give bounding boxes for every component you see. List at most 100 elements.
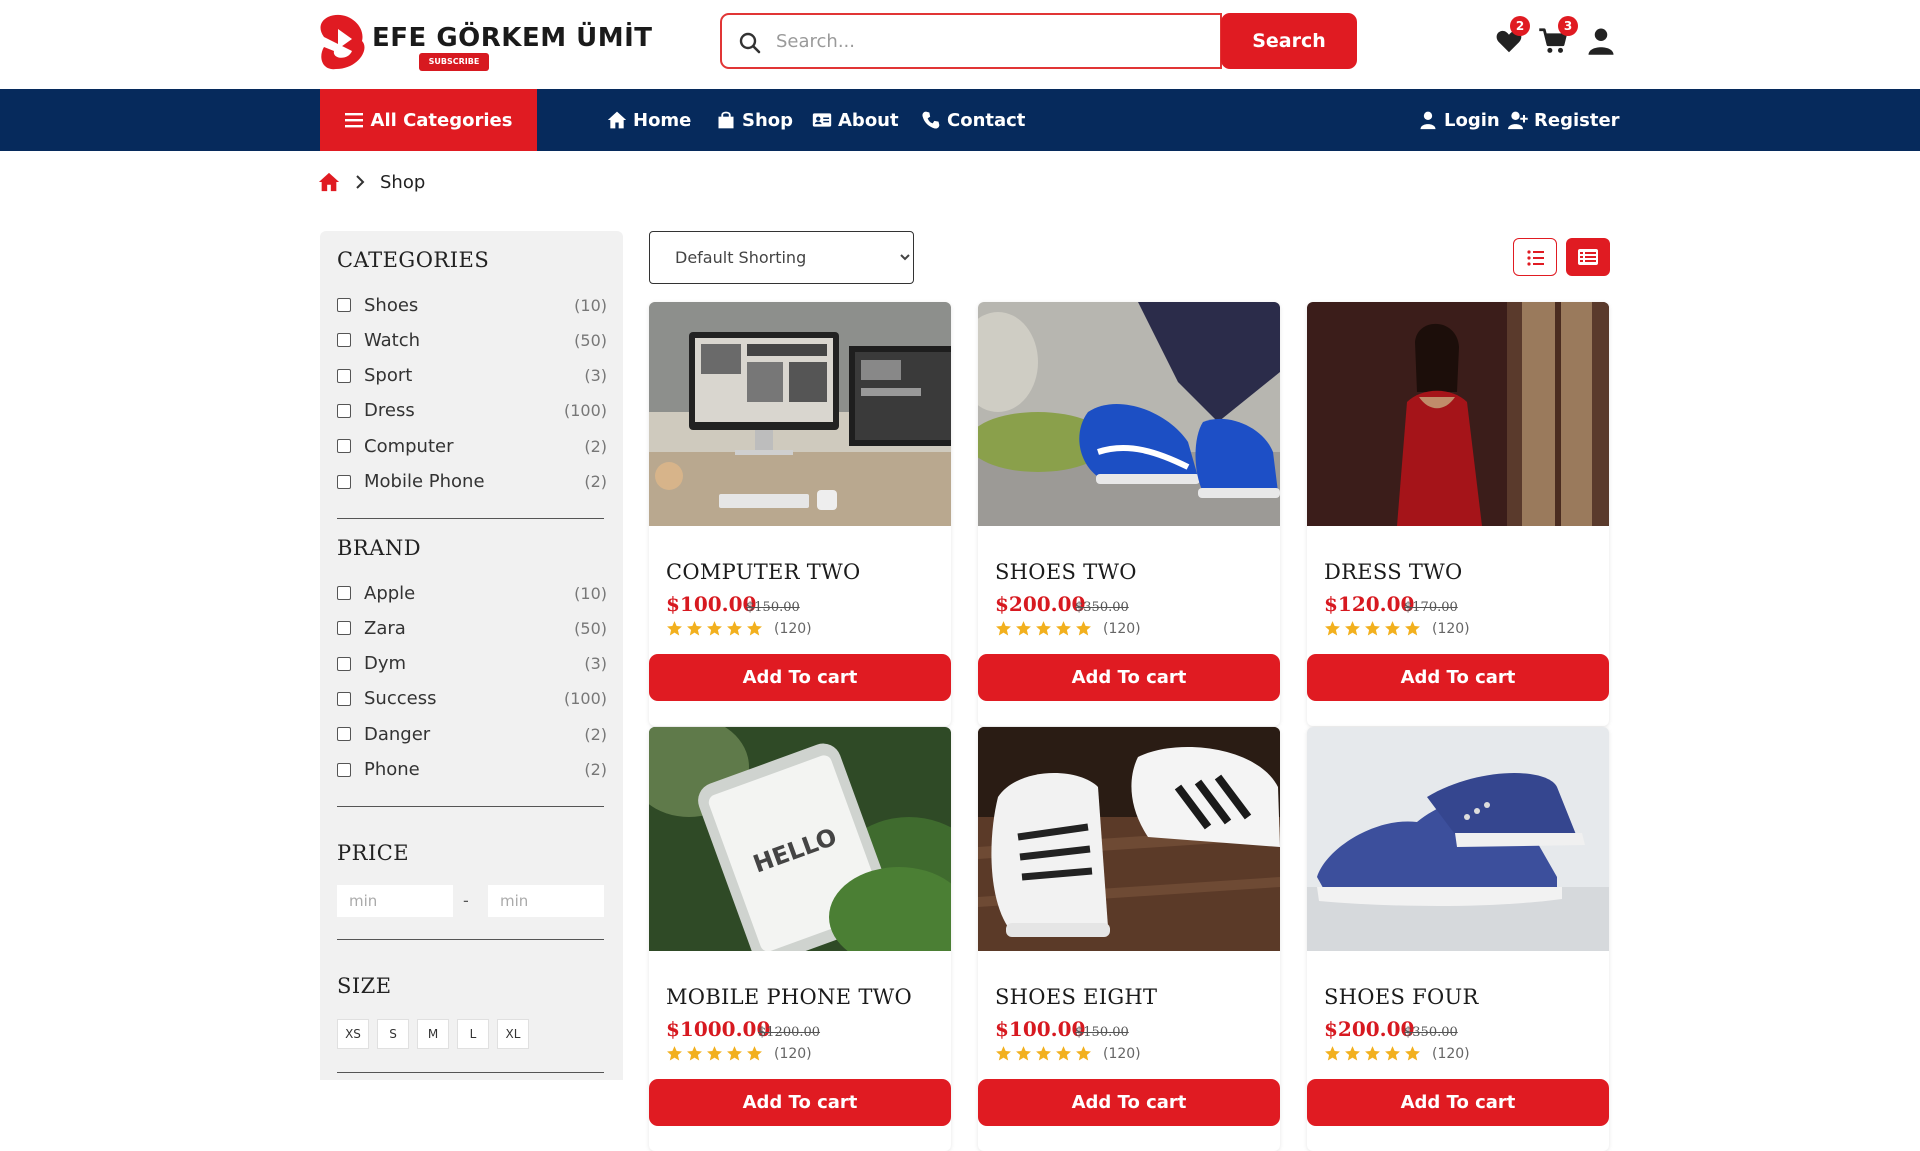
nav-about[interactable]: About xyxy=(812,89,899,151)
nav-contact[interactable]: Contact xyxy=(921,89,1025,151)
checkbox[interactable] xyxy=(337,474,351,489)
filter-option-label: Watch xyxy=(364,329,421,351)
home-icon[interactable] xyxy=(318,171,340,193)
size-chip[interactable]: XS xyxy=(337,1019,369,1049)
list-view-button[interactable] xyxy=(1513,238,1557,276)
product-name[interactable]: COMPUTER TWO xyxy=(666,560,860,584)
product-name[interactable]: MOBILE PHONE TWO xyxy=(666,985,912,1009)
filter-option-count: (2) xyxy=(584,760,607,779)
product-card[interactable]: COMPUTER TWO $100.00 $150.00 (120) Add To ca… xyxy=(649,302,951,726)
user-plus-icon xyxy=(1508,111,1528,130)
home-icon xyxy=(607,111,627,129)
divider xyxy=(337,939,604,940)
add-to-cart-button[interactable]: Add To cart xyxy=(1307,654,1609,701)
product-image[interactable] xyxy=(1307,727,1609,951)
add-to-cart-button[interactable]: Add To cart xyxy=(649,654,951,701)
checkbox[interactable] xyxy=(337,333,351,348)
list-icon xyxy=(1527,250,1544,266)
size-chip[interactable]: M xyxy=(417,1019,449,1049)
product-price: $1000.00 xyxy=(666,1017,771,1041)
filter-option-label: Apple xyxy=(364,582,416,604)
filter-option[interactable]: Zara (50) xyxy=(337,613,607,643)
star-icon xyxy=(687,621,702,636)
product-name[interactable]: SHOES EIGHT xyxy=(995,985,1157,1009)
size-chip[interactable]: XL xyxy=(497,1019,529,1049)
star-icon xyxy=(1405,621,1420,636)
star-icon xyxy=(707,621,722,636)
size-chip[interactable]: S xyxy=(377,1019,409,1049)
size-chip[interactable]: L xyxy=(457,1019,489,1049)
product-rating: (120) xyxy=(995,1045,1141,1062)
filter-option[interactable]: Dym (3) xyxy=(337,649,607,679)
filter-option[interactable]: Success (100) xyxy=(337,684,607,714)
filter-option-count: (100) xyxy=(563,689,607,709)
filter-option-count: (3) xyxy=(584,654,607,674)
product-image[interactable] xyxy=(649,302,951,526)
checkbox[interactable] xyxy=(337,762,351,777)
add-to-cart-button[interactable]: Add To cart xyxy=(978,1079,1280,1126)
checkbox[interactable] xyxy=(337,691,351,706)
site-header: EFE GÖRKEM ÜMİT SUBSCRIBE Search 2 xyxy=(0,0,1920,89)
product-rating: (120) xyxy=(666,620,812,637)
product-image[interactable] xyxy=(978,727,1280,951)
brand-title: BRAND xyxy=(337,536,422,560)
product-card[interactable]: SHOES EIGHT $100.00 $150.00 (120) Add To car… xyxy=(978,727,1280,1151)
grid-view-button[interactable] xyxy=(1566,238,1610,276)
all-categories-button[interactable]: All Categories xyxy=(320,89,537,151)
filter-option[interactable]: Apple (10) xyxy=(337,578,607,608)
product-card[interactable]: SHOES TWO $200.00 $350.00 (120) Add To cart xyxy=(978,302,1280,726)
filter-option-count: (10) xyxy=(574,583,607,603)
filter-option[interactable]: Phone (2) xyxy=(337,755,607,785)
product-image[interactable] xyxy=(978,302,1280,526)
filter-option[interactable]: Computer (2) xyxy=(337,431,607,461)
filter-option[interactable]: Watch (50) xyxy=(337,325,607,355)
product-image[interactable]: HELLO xyxy=(649,727,951,967)
filter-option[interactable]: Dress (100) xyxy=(337,396,607,426)
price-max-input[interactable] xyxy=(488,885,604,917)
cart-button[interactable]: 3 xyxy=(1534,16,1578,62)
checkbox[interactable] xyxy=(337,586,351,600)
product-image[interactable] xyxy=(1307,302,1609,526)
price-min-input[interactable] xyxy=(337,885,453,917)
product-card[interactable]: DRESS TWO $120.00 $170.00 (120) Add To cart xyxy=(1307,302,1609,726)
product-name[interactable]: SHOES FOUR xyxy=(1324,985,1479,1009)
product-name[interactable]: DRESS TWO xyxy=(1324,560,1463,584)
search-input[interactable] xyxy=(776,17,1216,65)
checkbox[interactable] xyxy=(337,368,351,383)
wishlist-button[interactable]: 2 xyxy=(1490,16,1530,62)
search-button[interactable]: Search xyxy=(1221,13,1357,69)
checkbox[interactable] xyxy=(337,656,351,671)
main-navbar: All Categories Home Shop About Contact L… xyxy=(0,89,1920,151)
nav-home[interactable]: Home xyxy=(607,89,691,151)
checkbox[interactable] xyxy=(337,727,351,742)
site-logo[interactable]: EFE GÖRKEM ÜMİT SUBSCRIBE xyxy=(318,11,652,73)
nav-login-label: Login xyxy=(1444,109,1500,131)
nav-login[interactable]: Login xyxy=(1418,89,1500,151)
checkbox[interactable] xyxy=(337,439,351,454)
product-card[interactable]: SHOES FOUR $200.00 $350.00 (120) Add To cart xyxy=(1307,727,1609,1151)
product-rating: (120) xyxy=(995,620,1141,637)
checkbox[interactable] xyxy=(337,621,351,636)
user-icon[interactable] xyxy=(1586,26,1616,56)
star-icon xyxy=(1056,621,1071,636)
checkbox[interactable] xyxy=(337,298,351,312)
filter-option[interactable]: Mobile Phone (2) xyxy=(337,467,607,497)
add-to-cart-button[interactable]: Add To cart xyxy=(649,1079,951,1126)
checkbox[interactable] xyxy=(337,403,351,418)
product-name[interactable]: SHOES TWO xyxy=(995,560,1137,584)
filter-option-label: Success xyxy=(364,688,437,710)
star-icon xyxy=(1016,1046,1031,1061)
add-to-cart-button[interactable]: Add To cart xyxy=(978,654,1280,701)
divider xyxy=(337,1072,604,1073)
divider xyxy=(337,518,604,519)
filter-option[interactable]: Sport (3) xyxy=(337,361,607,391)
product-card[interactable]: HELLO MOBILE PHONE TWO $1000.00 $1200.00 (1… xyxy=(649,727,951,1151)
product-rating: (120) xyxy=(1324,620,1470,637)
add-to-cart-button[interactable]: Add To cart xyxy=(1307,1079,1609,1126)
sort-select[interactable]: Default Shorting xyxy=(649,231,914,284)
filter-option[interactable]: Shoes (10) xyxy=(337,290,607,320)
nav-register[interactable]: Register xyxy=(1508,89,1620,151)
nav-shop[interactable]: Shop xyxy=(716,89,793,151)
chevron-right-icon xyxy=(356,175,365,189)
filter-option[interactable]: Danger (2) xyxy=(337,719,607,749)
